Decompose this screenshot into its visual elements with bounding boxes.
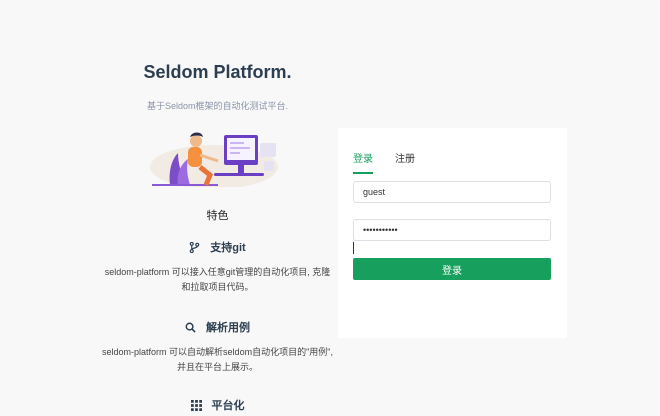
- brand-title: Seldom Platform.: [143, 62, 292, 82]
- feature-title: 平台化: [211, 400, 245, 412]
- grid-icon: [190, 399, 202, 411]
- login-button[interactable]: 登录: [353, 258, 551, 280]
- feature-platform: 平台化: [60, 397, 375, 413]
- developer-illustration: [150, 132, 278, 187]
- search-icon: [185, 322, 196, 333]
- features-heading: 特色: [206, 210, 229, 222]
- login-panel: 登录 注册 登录: [338, 128, 567, 338]
- username-input[interactable]: [353, 181, 551, 203]
- feature-description: seldom-platform 可以自动解析seldom自动化项目的"用例", …: [102, 347, 333, 372]
- feature-parse-cases: 解析用例 seldom-platform 可以自动解析seldom自动化项目的"…: [60, 319, 375, 375]
- brand-subtitle: 基于Seldom框架的自动化测试平台.: [146, 101, 289, 111]
- feature-git: 支持git seldom-platform 可以接入任意git管理的自动化项目,…: [60, 239, 375, 295]
- tab-register[interactable]: 注册: [395, 150, 415, 174]
- feature-title: 支持git: [210, 242, 246, 254]
- feature-title: 解析用例: [206, 322, 250, 334]
- intro-section: Seldom Platform. 基于Seldom框架的自动化测试平台. 特色: [60, 0, 375, 416]
- tab-login[interactable]: 登录: [353, 150, 373, 174]
- git-branch-icon: [189, 241, 200, 253]
- feature-description: seldom-platform 可以接入任意git管理的自动化项目, 克隆和拉取…: [104, 267, 331, 292]
- password-input[interactable]: [353, 219, 551, 241]
- text-cursor: [353, 242, 354, 254]
- auth-tabs: 登录 注册: [353, 150, 415, 174]
